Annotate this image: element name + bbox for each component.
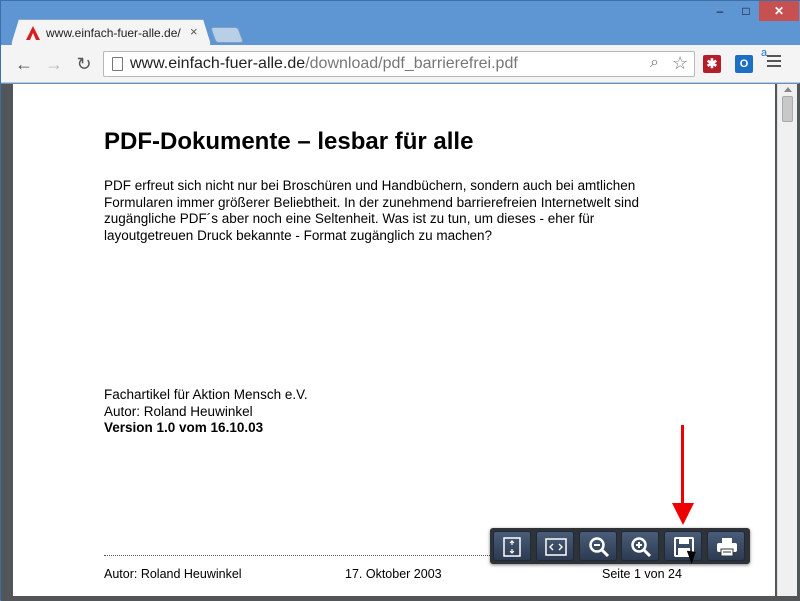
fit-width-button[interactable] xyxy=(536,531,574,561)
minimize-button[interactable]: – xyxy=(707,1,733,21)
forward-button[interactable]: → xyxy=(43,53,65,75)
document-meta: Fachartikel für Aktion Mensch e.V. Autor… xyxy=(104,387,308,437)
fit-page-button[interactable] xyxy=(493,531,531,561)
meta-line-2: Autor: Roland Heuwinkel xyxy=(104,403,253,419)
outlook-extension-icon[interactable]: O xyxy=(735,55,753,73)
footer-author: Autor: Roland Heuwinkel xyxy=(104,567,242,581)
annotation-arrow-icon xyxy=(672,503,694,525)
maximize-button[interactable]: □ xyxy=(733,1,759,21)
scroll-up-arrow-icon[interactable] xyxy=(784,87,792,92)
printer-icon xyxy=(717,538,737,557)
meta-version: Version 1.0 vom 16.10.03 xyxy=(104,420,264,435)
browser-toolbar: ← → ↻ www.einfach-fuer-alle.de/download/… xyxy=(1,45,800,83)
tab-close-icon[interactable]: × xyxy=(190,24,198,39)
footer-page-number: Seite 1 von 24 xyxy=(602,567,682,581)
zoom-out-icon xyxy=(589,537,610,558)
url-host: www.einfach-fuer-alle.de xyxy=(130,55,306,72)
browser-tab[interactable]: www.einfach-fuer-alle.de/ × xyxy=(11,19,211,45)
url-path: /download/pdf_barrierefrei.pdf xyxy=(305,55,518,72)
scroll-thumb[interactable] xyxy=(782,96,793,122)
annotation-arrow-shaft xyxy=(681,425,684,505)
new-tab-button[interactable] xyxy=(210,27,244,43)
star-icon[interactable]: ☆ xyxy=(672,53,688,74)
footer-date: 17. Oktober 2003 xyxy=(345,567,442,581)
document-title: PDF-Dokumente – lesbar für alle xyxy=(104,128,474,155)
extension-red-icon[interactable]: ✱ xyxy=(703,55,721,73)
title-bar: www.einfach-fuer-alle.de/ × – □ ✕ xyxy=(1,1,800,45)
reload-button[interactable]: ↻ xyxy=(73,53,95,75)
pdf-toolbar xyxy=(490,528,750,564)
document-intro: PDF erfreut sich nicht nur bei Broschüre… xyxy=(104,178,639,243)
print-button[interactable] xyxy=(707,531,745,561)
address-bar[interactable]: www.einfach-fuer-alle.de/download/pdf_ba… xyxy=(103,51,695,77)
fit-width-icon xyxy=(545,538,567,556)
site-favicon-icon xyxy=(26,26,40,40)
vertical-scrollbar[interactable] xyxy=(777,84,797,596)
close-window-button[interactable]: ✕ xyxy=(759,1,799,21)
zoom-out-button[interactable] xyxy=(579,531,617,561)
browser-window: www.einfach-fuer-alle.de/ × – □ ✕ ← → ↻ … xyxy=(0,0,800,601)
zoom-in-button[interactable] xyxy=(621,531,659,561)
menu-icon[interactable] xyxy=(767,55,781,69)
pdf-page: PDF-Dokumente – lesbar für alle PDF erfr… xyxy=(13,84,775,596)
meta-line-1: Fachartikel für Aktion Mensch e.V. xyxy=(104,387,308,402)
tab-title: www.einfach-fuer-alle.de/ xyxy=(46,26,181,40)
zoom-in-icon xyxy=(631,537,652,558)
back-button[interactable]: ← xyxy=(13,53,35,75)
zoom-icon[interactable]: ⌕ xyxy=(650,54,659,72)
url-text[interactable]: www.einfach-fuer-alle.de/download/pdf_ba… xyxy=(130,55,518,73)
page-icon xyxy=(112,57,123,71)
fit-page-icon xyxy=(503,537,521,557)
